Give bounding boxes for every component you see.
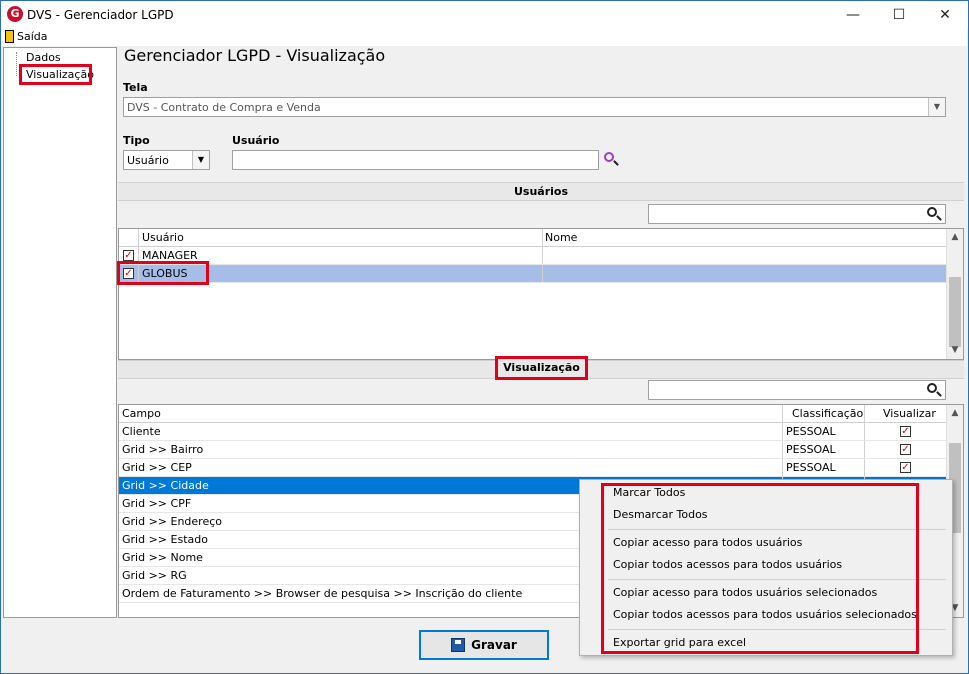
menu-exit[interactable]: Saída [5, 30, 48, 43]
cell-campo: Grid >> Endereço [122, 515, 223, 528]
scroll-up-icon[interactable]: ▲ [947, 229, 963, 246]
highlight-box [601, 483, 919, 654]
maximize-button[interactable]: ☐ [876, 1, 922, 29]
search-icon[interactable] [927, 383, 937, 393]
chevron-down-icon[interactable]: ▼ [928, 98, 945, 116]
exit-door-icon [5, 30, 14, 43]
cell-campo: Grid >> Bairro [122, 443, 204, 456]
column-divider [864, 405, 865, 422]
table-row-selected[interactable]: ✓ GLOBUS [119, 265, 946, 283]
tela-label: Tela [123, 81, 148, 94]
usuario-label: Usuário [232, 134, 280, 147]
window-title: DVS - Gerenciador LGPD [27, 8, 174, 22]
cell-classificacao: PESSOAL [786, 461, 836, 474]
cell-campo: Grid >> Nome [122, 551, 203, 564]
cell-campo: Cliente [122, 425, 161, 438]
page-title: Gerenciador LGPD - Visualização [124, 46, 386, 65]
cell-classificacao: PESSOAL [786, 425, 836, 438]
table-row[interactable]: Grid >> Bairro PESSOAL ✓ [119, 441, 946, 459]
floppy-disk-icon [451, 638, 466, 652]
cell-campo: Grid >> RG [122, 569, 187, 582]
visualizar-checkbox[interactable]: ✓ [900, 444, 911, 455]
app-icon: G [7, 6, 23, 22]
column-divider [542, 229, 543, 246]
column-divider [782, 441, 783, 458]
column-divider [864, 423, 865, 440]
menu-bar: Saída [1, 28, 967, 46]
table-row[interactable]: Grid >> CEP PESSOAL ✓ [119, 459, 946, 477]
visualizar-checkbox[interactable]: ✓ [900, 462, 911, 473]
visualizar-checkbox[interactable]: ✓ [900, 426, 911, 437]
column-header-classificacao[interactable]: Classificação [792, 407, 863, 420]
minimize-button[interactable]: — [830, 1, 876, 29]
users-section-title: Usuários [118, 182, 964, 201]
view-section-title: Visualização [495, 356, 588, 380]
search-icon [604, 152, 614, 162]
highlight-box [117, 261, 209, 285]
users-filter-input[interactable] [648, 204, 946, 224]
highlight-box [19, 64, 92, 85]
users-grid-header: Usuário Nome [119, 229, 946, 247]
tipo-label: Tipo [123, 134, 150, 147]
view-grid-header: Campo Classificação Visualizar [119, 405, 946, 423]
close-button[interactable]: ✕ [922, 1, 968, 29]
navigation-tree: Dados Visualização [3, 47, 117, 618]
tree-connector [16, 52, 17, 76]
column-divider [138, 229, 139, 246]
tela-value: DVS - Contrato de Compra e Venda [127, 101, 321, 114]
cell-campo: Grid >> Estado [122, 533, 208, 546]
scroll-up-icon[interactable]: ▲ [947, 405, 963, 422]
column-divider [864, 441, 865, 458]
chevron-down-icon[interactable]: ▼ [192, 151, 209, 169]
view-filter-input[interactable] [648, 380, 946, 400]
tipo-value: Usuário [127, 154, 169, 167]
column-divider [782, 459, 783, 476]
table-row[interactable]: ✓ MANAGER [119, 247, 946, 265]
cell-campo: Grid >> CPF [122, 497, 192, 510]
tipo-combo[interactable]: Usuário ▼ [123, 150, 210, 170]
users-grid: Usuário Nome ✓ MANAGER ✓ GLOBUS ▲ ▼ [118, 228, 964, 360]
cell-campo: Grid >> Cidade [122, 479, 209, 492]
title-bar: G DVS - Gerenciador LGPD — ☐ ✕ [0, 0, 969, 28]
scroll-thumb[interactable] [949, 277, 961, 347]
column-header-nome[interactable]: Nome [545, 231, 577, 244]
tree-item-dados[interactable]: Dados [26, 51, 61, 64]
cell-classificacao: PESSOAL [786, 443, 836, 456]
column-divider [542, 247, 543, 264]
column-divider [782, 405, 783, 422]
cell-campo: Grid >> CEP [122, 461, 192, 474]
column-divider [542, 265, 543, 282]
save-button[interactable]: Gravar [419, 630, 549, 660]
column-divider [864, 459, 865, 476]
column-header-usuario[interactable]: Usuário [142, 231, 184, 244]
table-row[interactable]: Cliente PESSOAL ✓ [119, 423, 946, 441]
save-button-label: Gravar [471, 638, 517, 652]
search-icon[interactable] [927, 207, 937, 217]
users-scrollbar[interactable]: ▲ ▼ [946, 229, 963, 359]
search-user-button[interactable] [603, 151, 621, 169]
scroll-down-icon[interactable]: ▼ [947, 342, 963, 359]
row-checkbox[interactable]: ✓ [123, 250, 134, 261]
column-header-campo[interactable]: Campo [122, 407, 161, 420]
menu-exit-label: Saída [17, 30, 48, 43]
context-menu: Marcar Todos Desmarcar Todos Copiar aces… [579, 479, 953, 656]
column-divider [782, 423, 783, 440]
column-header-visualizar[interactable]: Visualizar [883, 407, 936, 420]
cell-campo: Ordem de Faturamento >> Browser de pesqu… [122, 587, 523, 600]
tela-combo[interactable]: DVS - Contrato de Compra e Venda ▼ [123, 97, 946, 117]
usuario-input[interactable] [232, 150, 599, 170]
